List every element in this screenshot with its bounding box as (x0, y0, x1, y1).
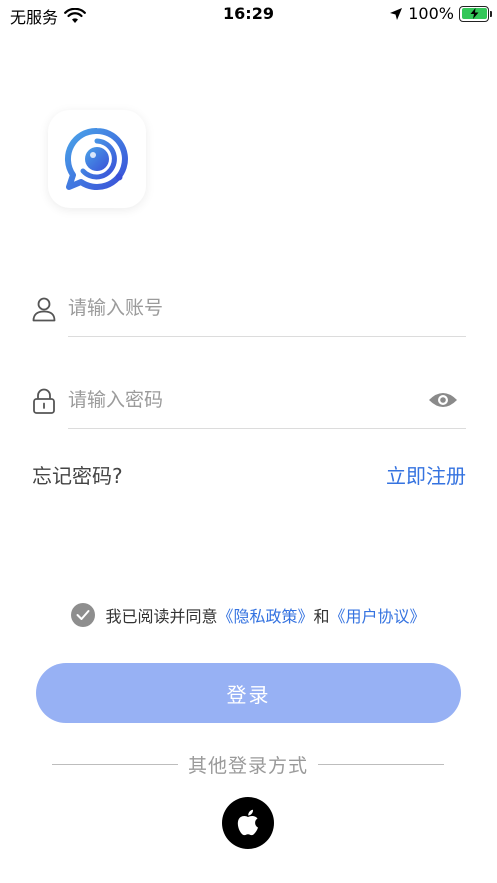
other-login-label: 其他登录方式 (188, 754, 309, 777)
location-arrow-icon (390, 7, 403, 20)
password-underline (68, 428, 466, 429)
agreement-prefix: 我已阅读并同意 (105, 607, 218, 626)
auth-links-row: 忘记密码? 立即注册 (32, 460, 466, 488)
register-link[interactable]: 立即注册 (386, 460, 466, 489)
agreement-row: 我已阅读并同意《隐私政策》和《用户协议》 (0, 603, 497, 627)
apple-login-button[interactable] (222, 797, 274, 849)
account-input[interactable] (68, 286, 428, 330)
status-bar-right: 100% (389, 4, 492, 23)
divider-left (52, 763, 178, 765)
agreement-text: 我已阅读并同意《隐私政策》和《用户协议》 (105, 603, 425, 627)
status-bar: 无服务 16:29 100% (0, 0, 497, 30)
password-field (32, 378, 466, 429)
forgot-password-link[interactable]: 忘记密码? (32, 460, 123, 489)
chat-camera-logo-icon (64, 127, 128, 190)
agreement-and: 和 (313, 607, 330, 626)
charging-bolt-icon (470, 8, 478, 19)
battery-percent: 100% (408, 4, 454, 23)
user-icon (32, 297, 56, 322)
divider-right (318, 763, 445, 765)
app-logo (48, 110, 146, 208)
lock-icon (33, 388, 55, 414)
battery-icon (459, 5, 492, 22)
privacy-policy-link[interactable]: 《隐私政策》 (217, 607, 313, 626)
agreement-checkbox[interactable] (71, 603, 96, 627)
other-login-divider: 其他登录方式 (52, 750, 445, 778)
account-field (32, 286, 466, 337)
user-agreement-link[interactable]: 《用户协议》 (330, 607, 426, 626)
login-button[interactable]: 登录 (36, 663, 461, 723)
account-underline (68, 336, 466, 337)
checkmark-icon (76, 610, 90, 620)
eye-icon[interactable] (428, 390, 458, 410)
apple-icon (237, 809, 258, 836)
password-input[interactable] (68, 378, 428, 422)
